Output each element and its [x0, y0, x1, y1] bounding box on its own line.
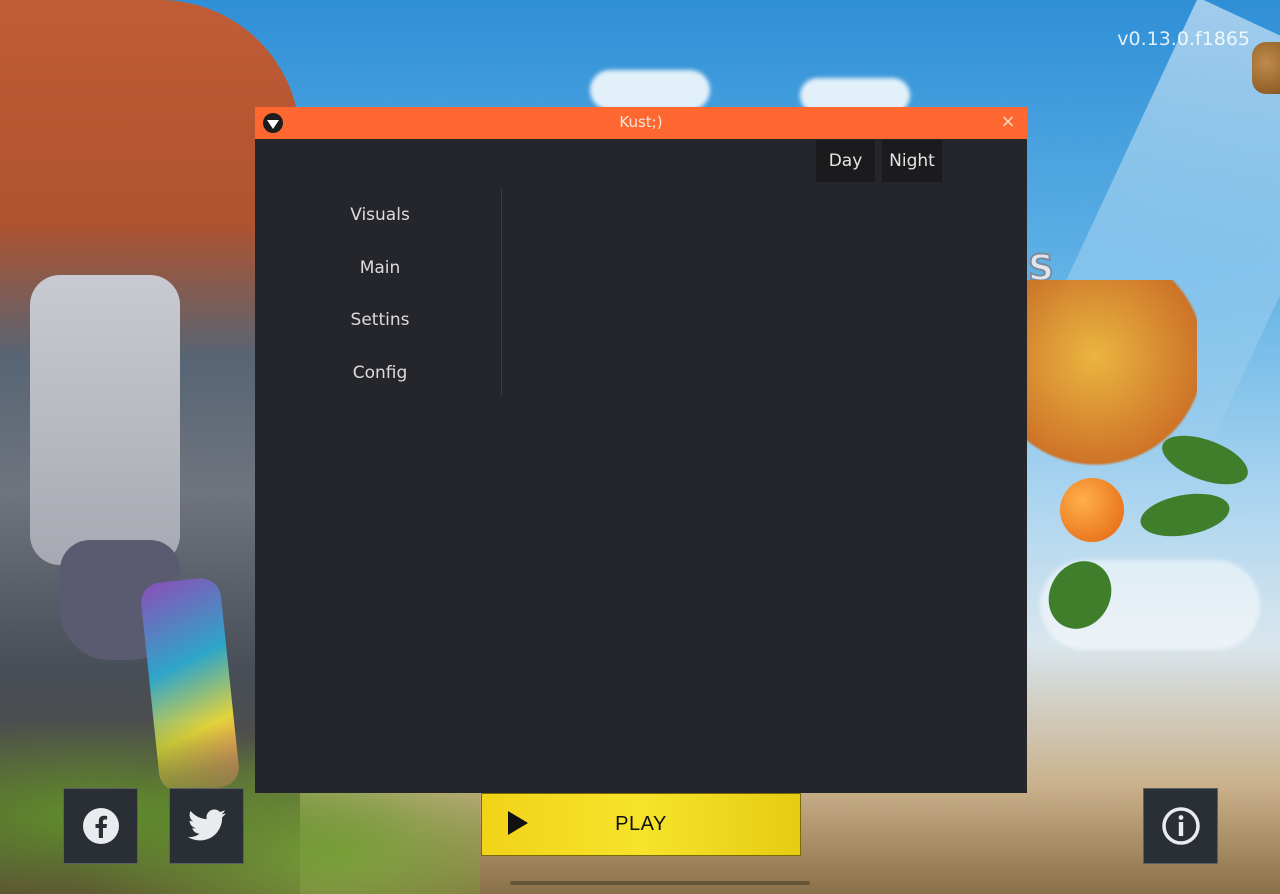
background-character-arm [30, 275, 180, 565]
sidebar-menu: Visuals Main Settins Config [255, 189, 505, 399]
background-orange-fruit [1060, 478, 1124, 542]
sidebar-item-config[interactable]: Config [255, 347, 505, 400]
window-titlebar[interactable]: Kust;) × [255, 107, 1027, 139]
sidebar-divider [501, 189, 502, 395]
play-icon [508, 811, 528, 835]
night-theme-button[interactable]: Night [882, 140, 942, 182]
home-indicator [510, 881, 810, 885]
background-cloud [590, 70, 710, 110]
info-icon [1161, 807, 1200, 845]
sidebar-item-settins[interactable]: Settins [255, 294, 505, 347]
window-title: Kust;) [619, 113, 663, 131]
version-label: v0.13.0.f1865 [1117, 28, 1250, 50]
sidebar-item-visuals[interactable]: Visuals [255, 189, 505, 242]
play-button[interactable]: PLAY [481, 793, 801, 856]
info-button[interactable] [1143, 788, 1218, 864]
close-button[interactable]: × [999, 113, 1017, 131]
close-icon: × [1000, 111, 1016, 132]
cheat-menu-window: Kust;) × Day Night Visuals Main Settins … [255, 107, 1027, 793]
facebook-button[interactable] [63, 788, 138, 864]
day-theme-button[interactable]: Day [816, 140, 875, 182]
background-leaf [1137, 487, 1233, 543]
twitter-icon [187, 809, 226, 841]
twitter-button[interactable] [169, 788, 244, 864]
sidebar-item-main[interactable]: Main [255, 242, 505, 295]
bear-mascot-icon [1252, 42, 1280, 94]
facebook-icon [82, 808, 119, 844]
play-button-label: PLAY [615, 813, 667, 835]
